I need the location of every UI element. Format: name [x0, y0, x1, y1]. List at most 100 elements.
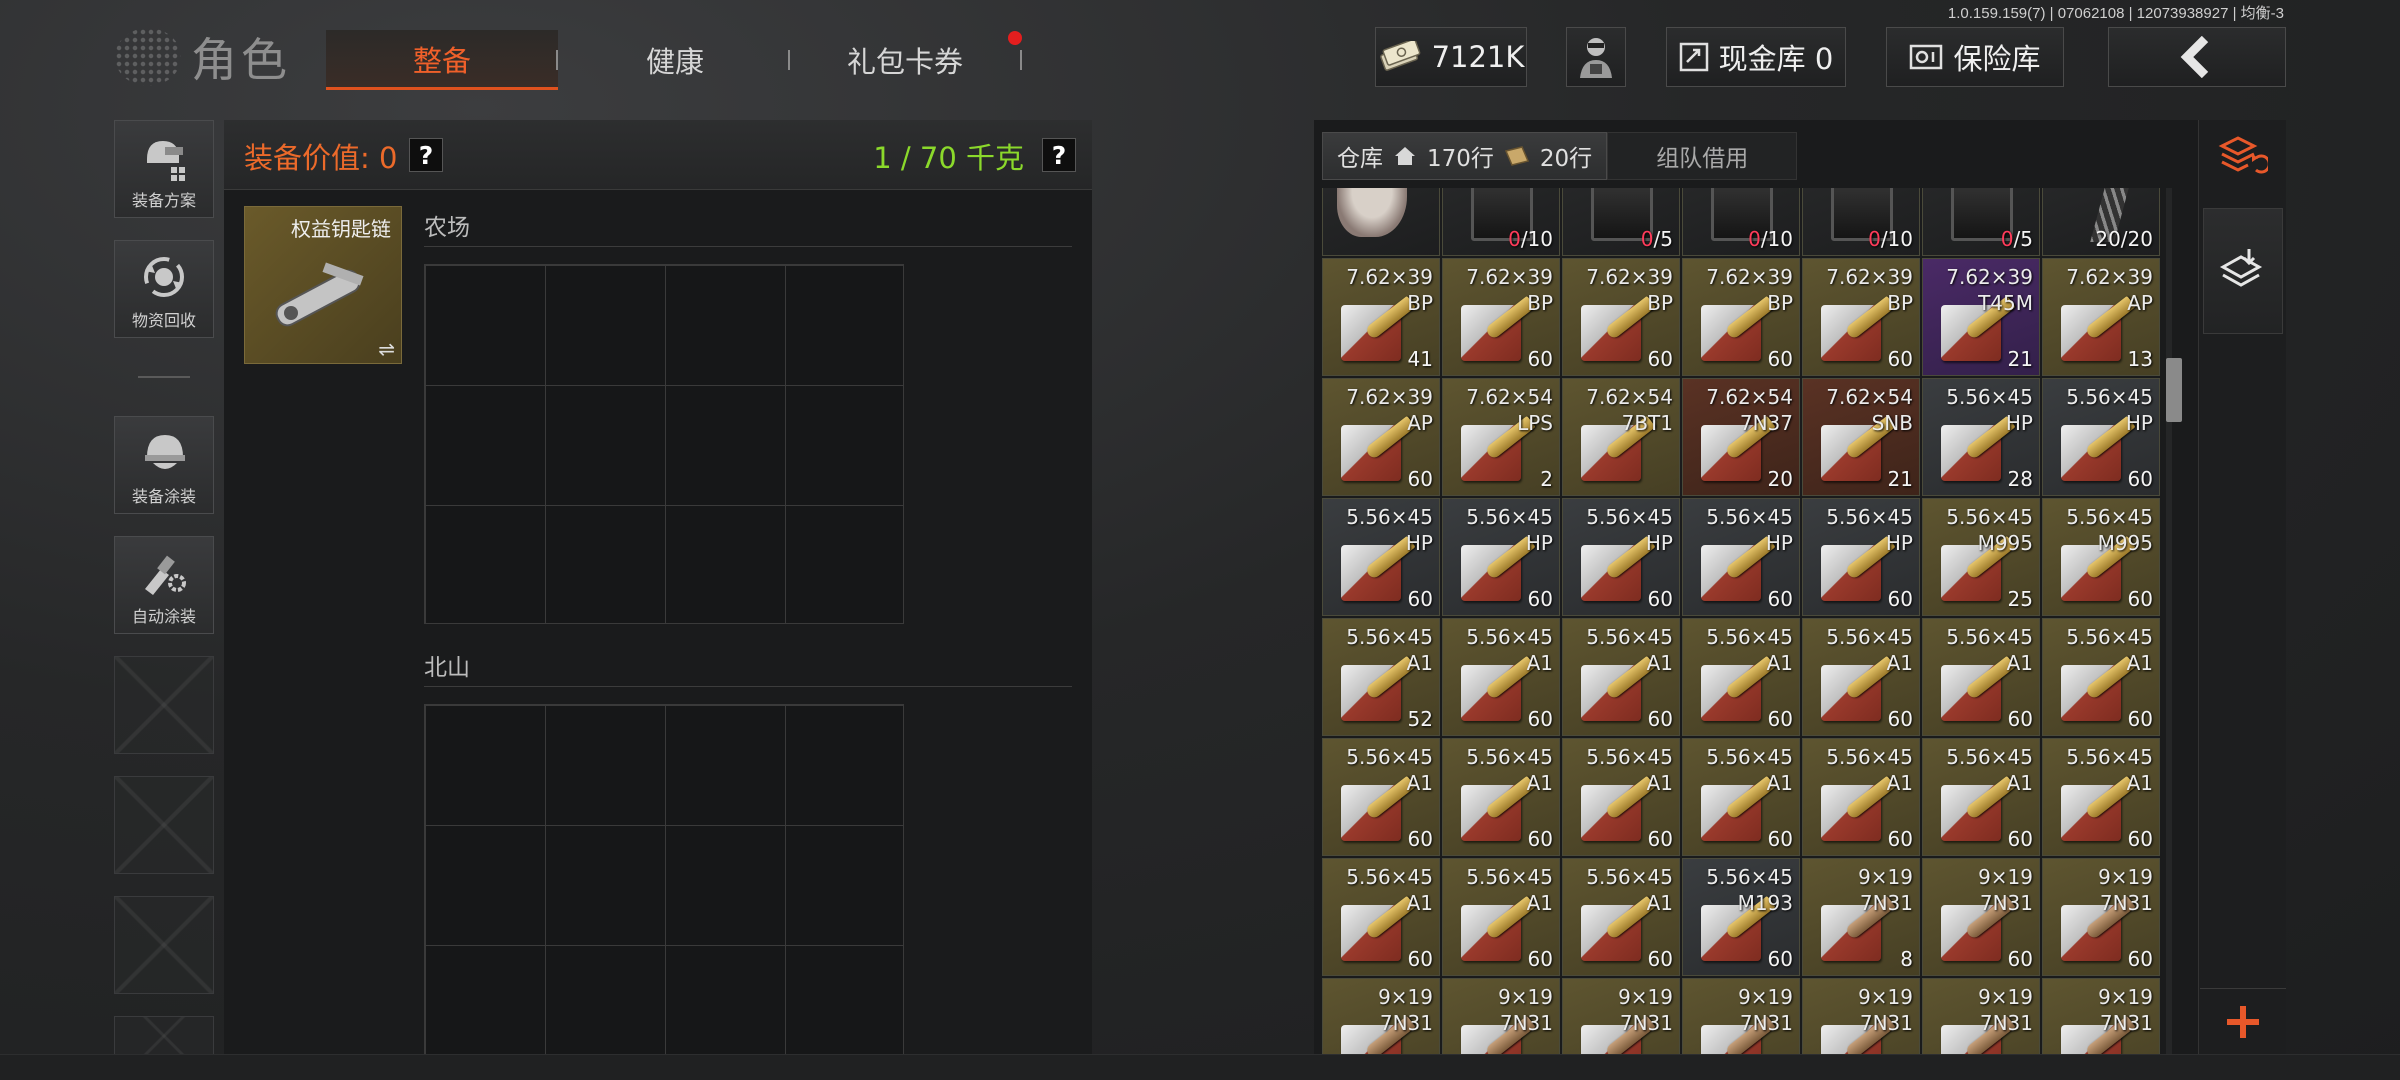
ammo-item[interactable]: 5.56×45 A1 60 — [2042, 618, 2160, 736]
inventory-item[interactable] — [1322, 188, 1440, 256]
scrollbar-track[interactable] — [2166, 188, 2172, 1055]
sidebar-item-label: 物资回收 — [131, 311, 196, 330]
ammo-item[interactable]: 7.62×39 AP 60 — [1322, 378, 1440, 496]
profile-button[interactable] — [1566, 27, 1626, 87]
ammo-item[interactable]: 9×19 7N31 — [1802, 978, 1920, 1055]
ammo-item[interactable]: 7.62×39 T45M 21 — [1922, 258, 2040, 376]
ammo-item[interactable]: 5.56×45 HP 28 — [1922, 378, 2040, 496]
ammo-item[interactable]: 5.56×45 A1 60 — [1322, 738, 1440, 856]
ammo-item[interactable]: 5.56×45 A1 60 — [1682, 738, 1800, 856]
ammo-item[interactable]: 5.56×45 HP 60 — [2042, 378, 2160, 496]
swap-icon[interactable]: ⇌ — [378, 337, 395, 361]
tab-health[interactable]: 健康 — [560, 30, 790, 90]
ammo-item[interactable]: 7.62×39 BP 60 — [1802, 258, 1920, 376]
ammo-item[interactable]: 9×19 7N31 — [1322, 978, 1440, 1055]
tab-team-borrow[interactable]: 组队借用 — [1607, 132, 1798, 180]
ammo-item[interactable]: 7.62×54 7BT1 — [1562, 378, 1680, 496]
ammo-item[interactable]: 9×19 7N31 — [2042, 978, 2160, 1055]
ammo-type: AP — [2127, 291, 2153, 315]
ammo-caliber: 5.56×45 — [1466, 505, 1553, 529]
cash-vault-button[interactable]: 现金库 0 — [1666, 27, 1846, 87]
weight-label: 1 / 70 千克 — [873, 141, 1024, 175]
value-help-button[interactable]: ? — [409, 138, 443, 172]
ammo-item[interactable]: 9×19 7N31 60 — [1922, 858, 2040, 976]
tab-warehouse[interactable]: 仓库 170行 20行 — [1322, 132, 1608, 180]
ammo-item[interactable]: 5.56×45 A1 60 — [2042, 738, 2160, 856]
ammo-item[interactable]: 5.56×45 A1 60 — [1802, 738, 1920, 856]
ammo-item[interactable]: 5.56×45 A1 60 — [1442, 858, 1560, 976]
ammo-item[interactable]: 5.56×45 A1 60 — [1562, 858, 1680, 976]
item-count-capacity: /5 — [2013, 227, 2033, 251]
ammo-item[interactable]: 5.56×45 HP 60 — [1322, 498, 1440, 616]
ammo-item[interactable]: 5.56×45 HP 60 — [1562, 498, 1680, 616]
keychain-name: 权益钥匙链 — [291, 217, 391, 241]
ammo-item[interactable]: 7.62×39 BP 60 — [1562, 258, 1680, 376]
ammo-item[interactable]: 5.56×45 A1 60 — [1442, 618, 1560, 736]
weight-help-button[interactable]: ? — [1042, 138, 1076, 172]
ammo-type: HP — [2005, 411, 2033, 435]
ammo-caliber: 9×19 — [2098, 865, 2153, 889]
ammo-item[interactable]: 5.56×45 A1 52 — [1322, 618, 1440, 736]
ammo-item[interactable]: 5.56×45 A1 60 — [1922, 618, 2040, 736]
ammo-item[interactable]: 9×19 7N31 — [1562, 978, 1680, 1055]
ammo-item[interactable]: 9×19 7N31 8 — [1802, 858, 1920, 976]
ammo-item[interactable]: 5.56×45 HP 60 — [1442, 498, 1560, 616]
ammo-item[interactable]: 9×19 7N31 60 — [2042, 858, 2160, 976]
ammo-item[interactable]: 5.56×45 HP 60 — [1682, 498, 1800, 616]
zone-grid[interactable] — [424, 704, 904, 1064]
ammo-item[interactable]: 7.62×54 LPS 2 — [1442, 378, 1560, 496]
ammo-item[interactable]: 9×19 7N31 — [1442, 978, 1560, 1055]
scrollbar-thumb[interactable] — [2166, 358, 2182, 422]
ammo-caliber: 9×19 — [1618, 985, 1673, 1009]
sidebar-item-loadout[interactable]: 装备方案 — [114, 120, 214, 218]
inventory-item[interactable]: 20/20 — [2042, 188, 2160, 256]
safe-icon — [1910, 44, 1943, 70]
ammo-item[interactable]: 5.56×45 A1 60 — [1322, 858, 1440, 976]
ammo-item[interactable]: 5.56×45 HP 60 — [1802, 498, 1920, 616]
ammo-item[interactable]: 5.56×45 M995 25 — [1922, 498, 2040, 616]
collect-button[interactable] — [2203, 208, 2283, 334]
sidebar-item-auto-paint[interactable]: 自动涂装 — [114, 536, 214, 634]
item-count: 0/10 — [1748, 227, 1793, 251]
item-count: 0/10 — [1508, 227, 1553, 251]
inventory-item[interactable]: 0/5 — [1562, 188, 1680, 256]
back-button[interactable] — [2108, 27, 2286, 87]
ammo-item[interactable]: 7.62×39 BP 60 — [1682, 258, 1800, 376]
ammo-item[interactable]: 5.56×45 A1 60 — [1562, 618, 1680, 736]
ammo-item[interactable]: 5.56×45 A1 60 — [1922, 738, 2040, 856]
ammo-caliber: 5.56×45 — [1346, 745, 1433, 769]
ammo-item[interactable]: 5.56×45 M193 60 — [1682, 858, 1800, 976]
ammo-item[interactable]: 7.62×39 BP 41 — [1322, 258, 1440, 376]
zone-grid[interactable] — [424, 264, 904, 624]
inventory-item[interactable]: 0/10 — [1442, 188, 1560, 256]
sidebar-item-paint[interactable]: 装备涂装 — [114, 416, 214, 514]
ammo-item[interactable]: 7.62×39 BP 60 — [1442, 258, 1560, 376]
money-display[interactable]: 7121K — [1375, 27, 1527, 87]
ammo-item[interactable]: 5.56×45 M995 60 — [2042, 498, 2160, 616]
ammo-item[interactable]: 9×19 7N31 — [1922, 978, 2040, 1055]
ammo-count: 60 — [1647, 587, 1673, 611]
safe-button[interactable]: 保险库 — [1886, 27, 2064, 87]
add-button[interactable] — [2200, 988, 2286, 1054]
sidebar-item-recycle[interactable]: 物资回收 — [114, 240, 214, 338]
inventory-item[interactable]: 0/5 — [1922, 188, 2040, 256]
inventory-item[interactable]: 0/10 — [1682, 188, 1800, 256]
ammo-item[interactable]: 5.56×45 A1 60 — [1442, 738, 1560, 856]
ammo-item[interactable]: 7.62×54 7N37 20 — [1682, 378, 1800, 496]
ammo-count: 60 — [1647, 947, 1673, 971]
ammo-item[interactable]: 5.56×45 A1 60 — [1682, 618, 1800, 736]
tab-gift-coupons[interactable]: 礼包卡券 — [790, 30, 1020, 90]
inventory-item[interactable]: 0/10 — [1802, 188, 1920, 256]
ammo-caliber: 7.62×39 — [2066, 265, 2153, 289]
ammo-count: 60 — [2127, 467, 2153, 491]
ammo-item[interactable]: 5.56×45 A1 60 — [1562, 738, 1680, 856]
keychain-slot[interactable]: 权益钥匙链 ⇌ — [244, 206, 402, 364]
tab-equipment[interactable]: 整备 — [326, 30, 558, 90]
ammo-type: A1 — [1526, 771, 1553, 795]
ammo-item[interactable]: 5.56×45 A1 60 — [1802, 618, 1920, 736]
warehouse-grid[interactable]: 0/10 0/5 0/10 0/10 0/5 20/20 7.62×39 BP 41 7.62×3… — [1322, 188, 2162, 1055]
sort-button[interactable] — [2200, 120, 2286, 190]
ammo-item[interactable]: 7.62×39 AP 13 — [2042, 258, 2160, 376]
ammo-item[interactable]: 7.62×54 SNB 21 — [1802, 378, 1920, 496]
ammo-item[interactable]: 9×19 7N31 — [1682, 978, 1800, 1055]
